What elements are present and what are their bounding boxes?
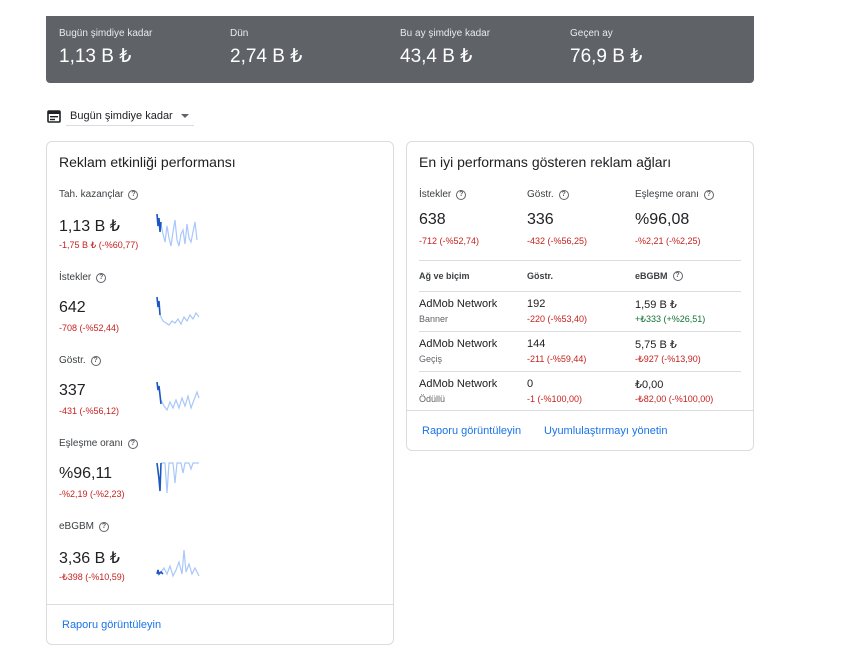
column-header-ecpm[interactable]: eBGBM ? [635, 271, 683, 281]
metric-value-impressions: 337 [59, 382, 86, 399]
impressions-value: 192 [527, 298, 546, 310]
ecpm-value: 1,59 B ₺ [635, 299, 677, 311]
metric-label-text: eBGBM [59, 521, 95, 532]
metric-delta-requests: -712 (-%52,74) [419, 236, 480, 246]
chevron-down-icon [180, 114, 189, 118]
metric-label-impressions: Göstr. ? [59, 355, 101, 366]
earnings-summary-bar: Bugün şimdiye kadar 1,13 B ₺ Dün 2,74 B … [46, 16, 754, 83]
card-title: En iyi performans gösteren reklam ağları [419, 154, 672, 170]
network-name: AdMob Network [419, 298, 498, 310]
ecpm-delta: +₺333 (+%26,51) [635, 314, 706, 324]
ecpm-value: ₺0,00 [635, 379, 664, 391]
top-networks-card: En iyi performans gösteren reklam ağları… [406, 141, 754, 451]
metric-label-text: İstekler [59, 272, 92, 283]
calendar-icon [46, 108, 62, 124]
summary-label: Dün [230, 28, 249, 39]
column-header-impressions[interactable]: Göstr. [527, 271, 553, 281]
view-report-link[interactable]: Raporu görüntüleyin [422, 425, 521, 437]
metric-label-earnings: Tah. kazançlar ? [59, 189, 139, 200]
help-icon[interactable]: ? [127, 438, 138, 449]
network-name: AdMob Network [419, 338, 498, 350]
table-top-divider [419, 260, 741, 261]
metric-label-impressions: Göstr. ? [527, 189, 569, 200]
summary-value: 43,4 B ₺ [400, 46, 473, 67]
dropdown-underline [66, 125, 194, 126]
ecpm-delta: -₺82,00 (-%100,00) [635, 394, 714, 404]
metric-label-text: İstekler [419, 189, 452, 200]
summary-last-month[interactable]: Geçen ay 76,9 B ₺ [570, 28, 642, 68]
metric-value-earnings: 1,13 B ₺ [59, 218, 120, 235]
impressions-delta: -1 (-%100,00) [527, 394, 583, 404]
metric-label-text: Göstr. [59, 355, 86, 366]
metric-delta-requests: -708 (-%52,44) [59, 323, 120, 333]
metric-value-requests: 642 [59, 299, 86, 316]
metric-delta-earnings: -1,75 B ₺ (-%60,77) [59, 240, 139, 250]
sparkline-match-rate [156, 462, 199, 494]
network-format: Banner [419, 314, 449, 324]
help-icon[interactable]: ? [128, 189, 139, 200]
ecpm-value: 5,75 B ₺ [635, 339, 677, 351]
metric-label-match-rate: Eşleşme oranı ? [635, 189, 714, 200]
row-divider [419, 331, 741, 332]
metric-delta-match-rate: -%2,21 (-%2,25) [635, 236, 701, 246]
help-icon[interactable]: ? [90, 355, 101, 366]
metric-value-impressions: 336 [527, 211, 554, 228]
metric-label-text: Eşleşme oranı [59, 438, 123, 449]
sparkline-ecpm [156, 549, 200, 578]
impressions-delta: -220 (-%53,40) [527, 314, 588, 324]
help-icon[interactable]: ? [703, 189, 714, 200]
help-icon[interactable]: ? [672, 271, 683, 281]
metric-delta-match-rate: -%2,19 (-%2,23) [59, 489, 125, 499]
metric-label-requests: İstekler ? [59, 272, 107, 283]
sparkline-impressions [156, 381, 200, 412]
metric-label-text: Tah. kazançlar [59, 189, 124, 200]
impressions-delta: -211 (-%59,44) [527, 354, 587, 364]
network-format: Geçiş [419, 354, 443, 364]
column-header-network[interactable]: Ağ ve biçim [419, 271, 470, 281]
network-name: AdMob Network [419, 378, 498, 390]
date-range-label: Bugün şimdiye kadar [70, 110, 173, 122]
metric-label-match-rate: Eşleşme oranı ? [59, 438, 138, 449]
summary-this-month[interactable]: Bu ay şimdiye kadar 43,4 B ₺ [400, 28, 490, 68]
metric-label-ecpm: eBGBM ? [59, 521, 110, 532]
table-header-divider [419, 291, 741, 292]
ad-activity-card: Reklam etkinliği performansı Tah. kazanç… [46, 141, 394, 645]
column-header-text: eBGBM [635, 271, 668, 281]
card-footer-divider [407, 410, 753, 411]
metric-value-requests: 638 [419, 211, 446, 228]
sparkline-earnings [156, 213, 198, 247]
manage-mediation-link[interactable]: Uyumlulaştırmayı yönetin [544, 425, 668, 437]
metric-delta-impressions: -432 (-%56,25) [527, 236, 588, 246]
sparkline-requests [156, 296, 200, 326]
metric-label-requests: İstekler ? [419, 189, 467, 200]
summary-value: 1,13 B ₺ [59, 46, 132, 67]
metric-value-match-rate: %96,08 [635, 211, 690, 228]
help-icon[interactable]: ? [96, 272, 107, 283]
summary-value: 2,74 B ₺ [230, 46, 303, 67]
metric-value-match-rate: %96,11 [59, 465, 113, 482]
ecpm-delta: -₺927 (-%13,90) [635, 354, 701, 364]
impressions-value: 144 [527, 338, 546, 350]
metric-label-text: Eşleşme oranı [635, 189, 699, 200]
card-footer-divider [47, 604, 393, 605]
view-report-link[interactable]: Raporu görüntüleyin [62, 619, 161, 631]
help-icon[interactable]: ? [558, 189, 569, 200]
summary-today[interactable]: Bugün şimdiye kadar 1,13 B ₺ [59, 28, 152, 68]
summary-label: Bu ay şimdiye kadar [400, 28, 491, 39]
metric-delta-ecpm: -₺398 (-%10,59) [59, 572, 125, 582]
metric-value-ecpm: 3,36 B ₺ [59, 550, 120, 567]
row-divider [419, 371, 741, 372]
summary-label: Bugün şimdiye kadar [59, 28, 153, 39]
metric-delta-impressions: -431 (-%56,12) [59, 406, 120, 416]
help-icon[interactable]: ? [456, 189, 467, 200]
summary-yesterday[interactable]: Dün 2,74 B ₺ [230, 28, 302, 68]
impressions-value: 0 [527, 378, 534, 390]
help-icon[interactable]: ? [99, 521, 110, 532]
card-title: Reklam etkinliği performansı [59, 154, 236, 170]
network-format: Ödüllü [419, 394, 446, 404]
summary-value: 76,9 B ₺ [570, 46, 643, 67]
metric-label-text: Göstr. [527, 189, 554, 200]
summary-label: Geçen ay [570, 28, 613, 39]
